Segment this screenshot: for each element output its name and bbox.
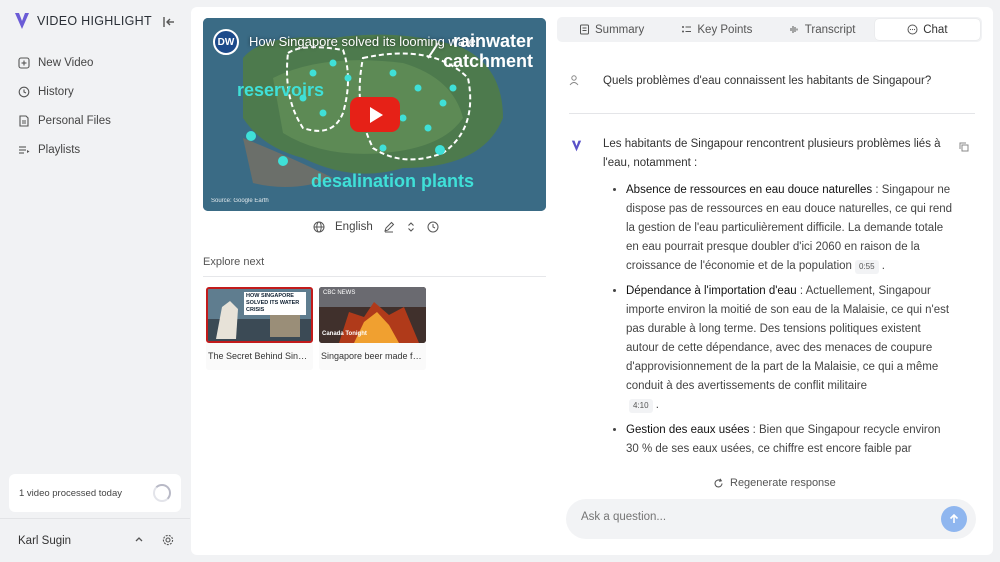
assistant-logo-icon xyxy=(571,140,582,152)
tab-transcript[interactable]: Transcript xyxy=(770,19,875,40)
processed-count-card: 1 video processed today xyxy=(9,474,181,512)
tab-bar: Summary Key Points Transcript Chat xyxy=(557,17,982,42)
chevron-up-icon[interactable] xyxy=(134,534,144,544)
waveform-icon xyxy=(790,26,798,33)
list-icon xyxy=(682,26,692,33)
question-input[interactable] xyxy=(581,511,921,523)
sidebar-item-history[interactable]: History xyxy=(12,77,182,106)
explore-card-thumbnail: CBC NEWS Canada Tonight xyxy=(319,287,426,343)
file-icon xyxy=(19,114,29,127)
sidebar-item-new-video[interactable]: New Video xyxy=(12,48,182,77)
history-icon xyxy=(18,86,30,97)
channel-logo: DW xyxy=(213,29,239,55)
regenerate-label: Regenerate response xyxy=(730,477,836,489)
document-icon xyxy=(580,24,590,35)
sidebar-item-label: New Video xyxy=(38,56,94,69)
send-button[interactable] xyxy=(941,506,967,532)
tab-label: Transcript xyxy=(804,23,856,36)
explore-card-thumb-text: HOW SINGAPORE SOLVED ITS WATER CRISIS xyxy=(244,292,306,315)
sidebar-item-label: Playlists xyxy=(38,143,81,156)
answer-point-title: Absence de ressources en eau douce natur… xyxy=(626,184,873,196)
explore-card-title: Singapore beer made from sewage water xyxy=(321,351,426,361)
answer-intro: Les habitants de Singapour rencontrent p… xyxy=(603,138,941,169)
explore-card-title: The Secret Behind Singapore's Water Cris… xyxy=(208,351,313,361)
brand-logo-icon xyxy=(15,13,29,29)
user-name: Karl Sugin xyxy=(18,534,72,547)
collapse-sidebar-icon[interactable] xyxy=(162,15,176,29)
sidebar-nav: New Video History Personal Files Playlis… xyxy=(12,48,182,164)
video-source-caption: Source: Google Earth xyxy=(211,198,269,204)
explore-card[interactable]: CBC NEWS Canada Tonight Singapore beer m… xyxy=(319,287,426,370)
video-player[interactable]: DW How Singapore solved its looming wate… xyxy=(203,18,546,211)
video-label-catchment: rainwater catchment xyxy=(442,31,533,71)
sidebar: VIDEO HIGHLIGHT New Video History Person… xyxy=(0,0,190,562)
tab-label: Chat xyxy=(923,23,948,36)
explore-divider xyxy=(203,276,546,277)
sidebar-item-personal-files[interactable]: Personal Files xyxy=(12,106,182,135)
tab-summary[interactable]: Summary xyxy=(559,19,664,40)
processed-count-text: 1 video processed today xyxy=(19,487,122,499)
answer-point-title: Gestion des eaux usées xyxy=(626,424,750,436)
video-label-reservoirs: reservoirs xyxy=(237,80,325,100)
regenerate-button[interactable]: Regenerate response xyxy=(713,477,836,489)
main-panel: DW How Singapore solved its looming wate… xyxy=(191,7,993,555)
answer-point-body: : Actuellement, Singapour importe enviro… xyxy=(626,285,950,392)
gear-icon[interactable] xyxy=(162,534,174,546)
chat-bubble-icon xyxy=(907,24,918,35)
tab-key-points[interactable]: Key Points xyxy=(664,19,769,40)
sidebar-item-playlists[interactable]: Playlists xyxy=(12,135,182,164)
brand-name: VIDEO HIGHLIGHT xyxy=(37,14,152,28)
answer-point: Absence de ressources en eau douce natur… xyxy=(626,181,953,276)
user-question: Quels problèmes d'eau connaissent les ha… xyxy=(557,67,977,107)
user-icon xyxy=(569,75,579,86)
language-selector[interactable]: English xyxy=(335,221,373,233)
playlist-icon xyxy=(19,145,30,154)
explore-card[interactable]: HOW SINGAPORE SOLVED ITS WATER CRISIS Th… xyxy=(206,287,313,370)
chat-divider xyxy=(569,113,975,114)
edit-pencil-icon[interactable] xyxy=(383,221,395,233)
explore-card-thumbnail: HOW SINGAPORE SOLVED ITS WATER CRISIS xyxy=(206,287,313,343)
answer-point-body: : Singapour ne dispose pas de ressources… xyxy=(626,184,953,272)
answer-points: Absence de ressources en eau douce natur… xyxy=(603,181,953,459)
explore-card-thumb-tag: CBC NEWS xyxy=(323,290,356,296)
answer-point-title: Dépendance à l'importation d'eau xyxy=(626,285,797,297)
globe-icon xyxy=(313,221,325,233)
tab-label: Summary xyxy=(595,23,645,36)
chevron-updown-icon[interactable] xyxy=(405,221,417,233)
plus-square-icon xyxy=(18,56,30,69)
play-button-icon[interactable] xyxy=(350,97,400,132)
explore-card-thumb-caption: Canada Tonight xyxy=(322,331,367,337)
refresh-icon xyxy=(714,478,723,487)
timestamp-chip[interactable]: 4:10 xyxy=(629,399,653,413)
sidebar-item-label: History xyxy=(38,85,74,98)
user-menu[interactable]: Karl Sugin xyxy=(0,518,190,562)
loading-spinner-icon xyxy=(153,484,171,502)
answer-point: Dépendance à l'importation d'eau : Actue… xyxy=(626,282,953,415)
answer-point: Gestion des eaux usées : Bien que Singap… xyxy=(626,421,953,459)
copy-icon[interactable] xyxy=(959,142,969,152)
sidebar-item-label: Personal Files xyxy=(38,114,111,127)
question-input-bar xyxy=(566,499,976,539)
chat-panel: Quels problèmes d'eau connaissent les ha… xyxy=(557,55,982,555)
explore-next-heading: Explore next xyxy=(203,256,265,268)
language-toolbar: English xyxy=(313,221,439,233)
brand[interactable]: VIDEO HIGHLIGHT xyxy=(14,12,152,30)
tab-label: Key Points xyxy=(697,23,753,36)
arrow-up-icon xyxy=(949,513,959,523)
timestamp-chip[interactable]: 0:55 xyxy=(854,260,879,274)
tab-chat[interactable]: Chat xyxy=(874,19,980,40)
clock-icon[interactable] xyxy=(427,221,439,233)
video-label-desalination: desalination plants xyxy=(311,171,475,191)
assistant-answer: Les habitants de Singapour rencontrent p… xyxy=(603,135,953,465)
question-text: Quels problèmes d'eau connaissent les ha… xyxy=(603,75,932,87)
